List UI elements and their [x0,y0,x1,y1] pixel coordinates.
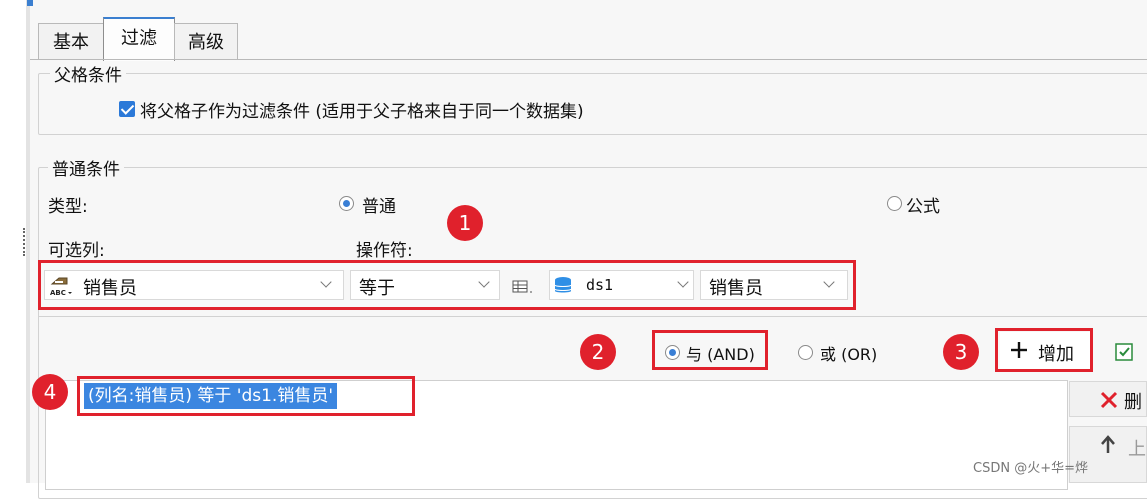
tab-underline [30,59,1147,60]
column-label: 可选列: [48,241,105,261]
step-badge-1: 1 [447,205,483,241]
type-formula-label[interactable]: 公式 [906,192,940,217]
or-radio[interactable] [798,345,813,360]
parent-filter-label[interactable]: 将父格子作为过滤条件 (适用于父子格来自于同一个数据集) [140,97,584,122]
delete-button[interactable]: 删 [1069,381,1147,417]
watermark: CSDN @火+华=烨 [973,461,1088,476]
highlight-box-2 [652,330,768,370]
highlight-box-3 [995,328,1093,372]
top-dot [27,0,33,6]
tab-advanced[interactable]: 高级 [174,23,238,60]
step-badge-2: 2 [580,334,616,370]
highlight-box-1 [38,260,856,310]
type-formula-radio[interactable] [887,196,902,211]
type-label: 类型: [48,197,88,217]
step-badge-3: 3 [943,334,979,370]
type-normal-radio[interactable] [339,196,354,211]
left-dashes [23,228,28,256]
operator-label: 操作符: [356,241,413,261]
delete-button-label: 删 [1124,392,1142,413]
delete-x-icon [1099,390,1119,410]
parent-condition-title: 父格条件 [50,61,126,86]
type-normal-label[interactable]: 普通 [362,192,396,217]
normal-condition-title: 普通条件 [48,155,124,180]
tab-filter[interactable]: 过滤 [103,17,175,61]
parent-filter-checkbox[interactable] [119,101,135,117]
tab-basic[interactable]: 基本 [38,23,104,60]
arrow-up-icon [1100,435,1116,455]
move-up-label: 上 [1128,439,1146,460]
step-badge-4: 4 [32,374,68,410]
separator-line [38,316,1147,317]
modify-icon[interactable] [1114,342,1136,362]
highlight-box-4 [77,376,415,416]
or-label[interactable]: 或 (OR) [820,341,877,365]
